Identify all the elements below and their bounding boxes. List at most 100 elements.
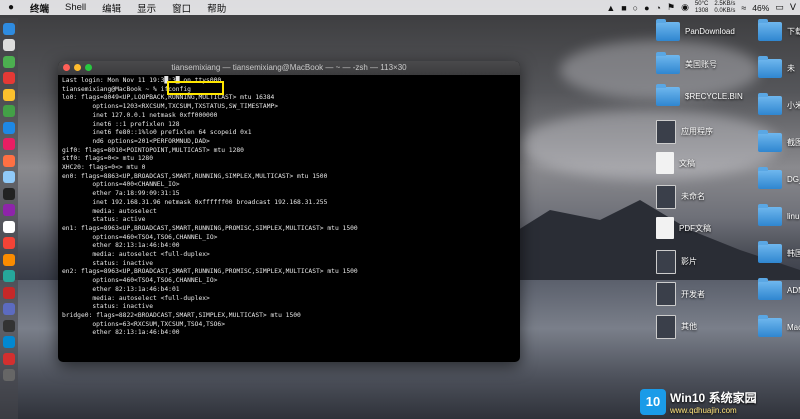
record-icon[interactable]: ◉: [681, 2, 689, 13]
dock-app-icon[interactable]: [3, 237, 15, 249]
dock-app-icon[interactable]: [3, 55, 15, 68]
dock-app-icon[interactable]: [3, 72, 15, 84]
desktop-icon-label: 未命名: [681, 192, 705, 201]
folder-icon: [758, 167, 782, 189]
desktop-icon[interactable]: $RECYCLE.BIN: [656, 84, 743, 106]
desktop-icon[interactable]: 未: [758, 56, 795, 78]
upload-icon[interactable]: ▲: [606, 3, 615, 13]
desktop-icon[interactable]: PDF文稿: [656, 217, 711, 239]
desktop-icon[interactable]: 下载: [758, 19, 800, 41]
folder-icon: [656, 51, 680, 74]
terminal-line: inet6 fe80::1%lo0 prefixlen 64 scopeid 0…: [62, 129, 252, 137]
desktop-icon[interactable]: 美国账号: [656, 51, 717, 74]
battery-percent[interactable]: 46%: [752, 3, 769, 13]
dock-app-icon[interactable]: [3, 154, 15, 167]
app-icon: [656, 119, 676, 144]
app-icon: [656, 184, 676, 209]
dock-app-icon[interactable]: [3, 303, 15, 315]
terminal-line: options=460<TSO4,TSO6,CHANNEL_IO>: [62, 277, 218, 285]
desktop-icon[interactable]: 未命名: [656, 184, 705, 209]
terminal-title: tiansemixiang — tiansemixiang@MacBook — …: [171, 63, 407, 72]
terminal-line: options=63<RXCSUM,TXCSUM,TSO4,TSO6>: [62, 320, 226, 328]
dock-launchpad-icon[interactable]: [3, 39, 15, 51]
dock-app-icon[interactable]: [3, 171, 15, 183]
zoom-icon[interactable]: [85, 64, 92, 71]
dock-app-icon[interactable]: [3, 352, 15, 365]
desktop-icon[interactable]: 其他: [656, 314, 697, 339]
desktop-icon[interactable]: DG_: [758, 167, 800, 189]
terminal-line: nd6 options=201<PERFORMNUD,DAD>: [62, 137, 210, 145]
folder-icon: [758, 278, 782, 300]
dock-app-icon[interactable]: [3, 319, 15, 332]
desktop-icon[interactable]: 韩国: [758, 241, 800, 263]
dock-app-icon[interactable]: [3, 105, 15, 117]
timer-icon[interactable]: ◔: [656, 3, 661, 13]
desktop-icon-label: 小米: [787, 101, 800, 110]
dock-terminal-icon[interactable]: [3, 187, 15, 200]
terminal-line: tiansemixiang@MacBook ~ % ifconfig: [62, 85, 191, 93]
menu-edit[interactable]: 编辑: [94, 1, 129, 15]
wifi-icon[interactable]: ≈: [741, 3, 746, 13]
terminal-output[interactable]: Last login: Mon Nov 11 19:3█:3█ on ttys0…: [58, 75, 520, 340]
network-stat[interactable]: 2.5KB/s 0.0KB/s: [714, 1, 735, 15]
dock-app-icon[interactable]: [3, 336, 15, 348]
menu-help[interactable]: 帮助: [199, 1, 234, 15]
terminal-titlebar[interactable]: tiansemixiang — tiansemixiang@MacBook — …: [58, 61, 520, 75]
dock-app-icon[interactable]: [3, 270, 15, 282]
desktop-icon-label: PanDownload: [685, 27, 735, 36]
minimize-icon[interactable]: [74, 64, 81, 71]
desktop-icon[interactable]: ADM: [758, 278, 800, 300]
desktop-icon[interactable]: 小米: [758, 93, 800, 115]
close-icon[interactable]: [63, 64, 70, 71]
desktop-icon[interactable]: 应用程序: [656, 119, 713, 144]
flag-icon[interactable]: ⚑: [667, 2, 675, 13]
folder-icon: [758, 56, 782, 78]
menu-bar: ● 终端 Shell 编辑 显示 窗口 帮助 ▲ ■ ○ ● ◔ ⚑ ◉ 50°…: [0, 0, 800, 15]
battery-icon[interactable]: ▭: [775, 2, 784, 13]
desktop-icon[interactable]: 文稿: [656, 152, 695, 174]
menu-shell[interactable]: Shell: [57, 2, 94, 13]
window-controls: [63, 64, 92, 71]
desktop-icon-label: DG_: [787, 175, 800, 184]
menu-app-name[interactable]: 终端: [22, 1, 57, 15]
dock-app-icon[interactable]: [3, 138, 15, 150]
desktop-icon[interactable]: 截图: [758, 130, 800, 152]
desktop-icon[interactable]: Mac: [758, 315, 800, 337]
dock-trash-icon[interactable]: [3, 369, 15, 381]
bluetooth-icon[interactable]: ᐯ: [790, 2, 796, 13]
menu-window[interactable]: 窗口: [164, 1, 199, 15]
terminal-window[interactable]: tiansemixiang — tiansemixiang@MacBook — …: [58, 61, 520, 362]
dock-app-icon[interactable]: [3, 253, 15, 266]
terminal-line: status: inactive: [62, 259, 153, 267]
dock-app-icon[interactable]: [3, 286, 15, 299]
desktop-icon-label: $RECYCLE.BIN: [685, 92, 743, 101]
watermark-logo: 10: [640, 388, 666, 415]
terminal-line: status: inactive: [62, 303, 153, 311]
menu-view[interactable]: 显示: [129, 1, 164, 15]
menu-extra-icon[interactable]: ■: [621, 3, 626, 13]
dock-finder-icon[interactable]: [3, 22, 15, 35]
terminal-line: XHC20: flags=0<> mtu 0: [62, 164, 146, 172]
desktop-icon-label: linu: [787, 212, 800, 221]
wechat-icon[interactable]: ○: [633, 3, 638, 13]
desktop-icon[interactable]: 开发者: [656, 282, 705, 306]
folder-icon: [758, 241, 782, 263]
desktop-icon[interactable]: PanDownload: [656, 19, 735, 41]
cpu-stat[interactable]: 50°C 1308: [695, 1, 708, 15]
terminal-line: en2: flags=8963<UP,BROADCAST,SMART,RUNNI…: [62, 268, 358, 276]
terminal-line: ether 82:13:1a:46:b4:00: [62, 242, 180, 250]
dock-app-icon[interactable]: [3, 220, 15, 233]
desktop-icon[interactable]: 影片: [656, 249, 697, 274]
desktop-icon[interactable]: linu: [758, 204, 800, 226]
dock-app-icon[interactable]: [3, 204, 15, 216]
network-up: 2.5KB/s: [714, 0, 736, 7]
desktop-icon-label: PDF文稿: [679, 223, 711, 233]
dock-app-icon[interactable]: [3, 88, 15, 101]
chat-icon[interactable]: ●: [644, 3, 649, 13]
document-icon: [656, 152, 674, 174]
apple-icon[interactable]: ●: [0, 2, 22, 13]
terminal-line: media: autoselect <full-duplex>: [62, 251, 210, 259]
dock: [0, 18, 18, 419]
dock-app-icon[interactable]: [3, 121, 15, 134]
desktop-icon-label: 开发者: [681, 289, 705, 299]
